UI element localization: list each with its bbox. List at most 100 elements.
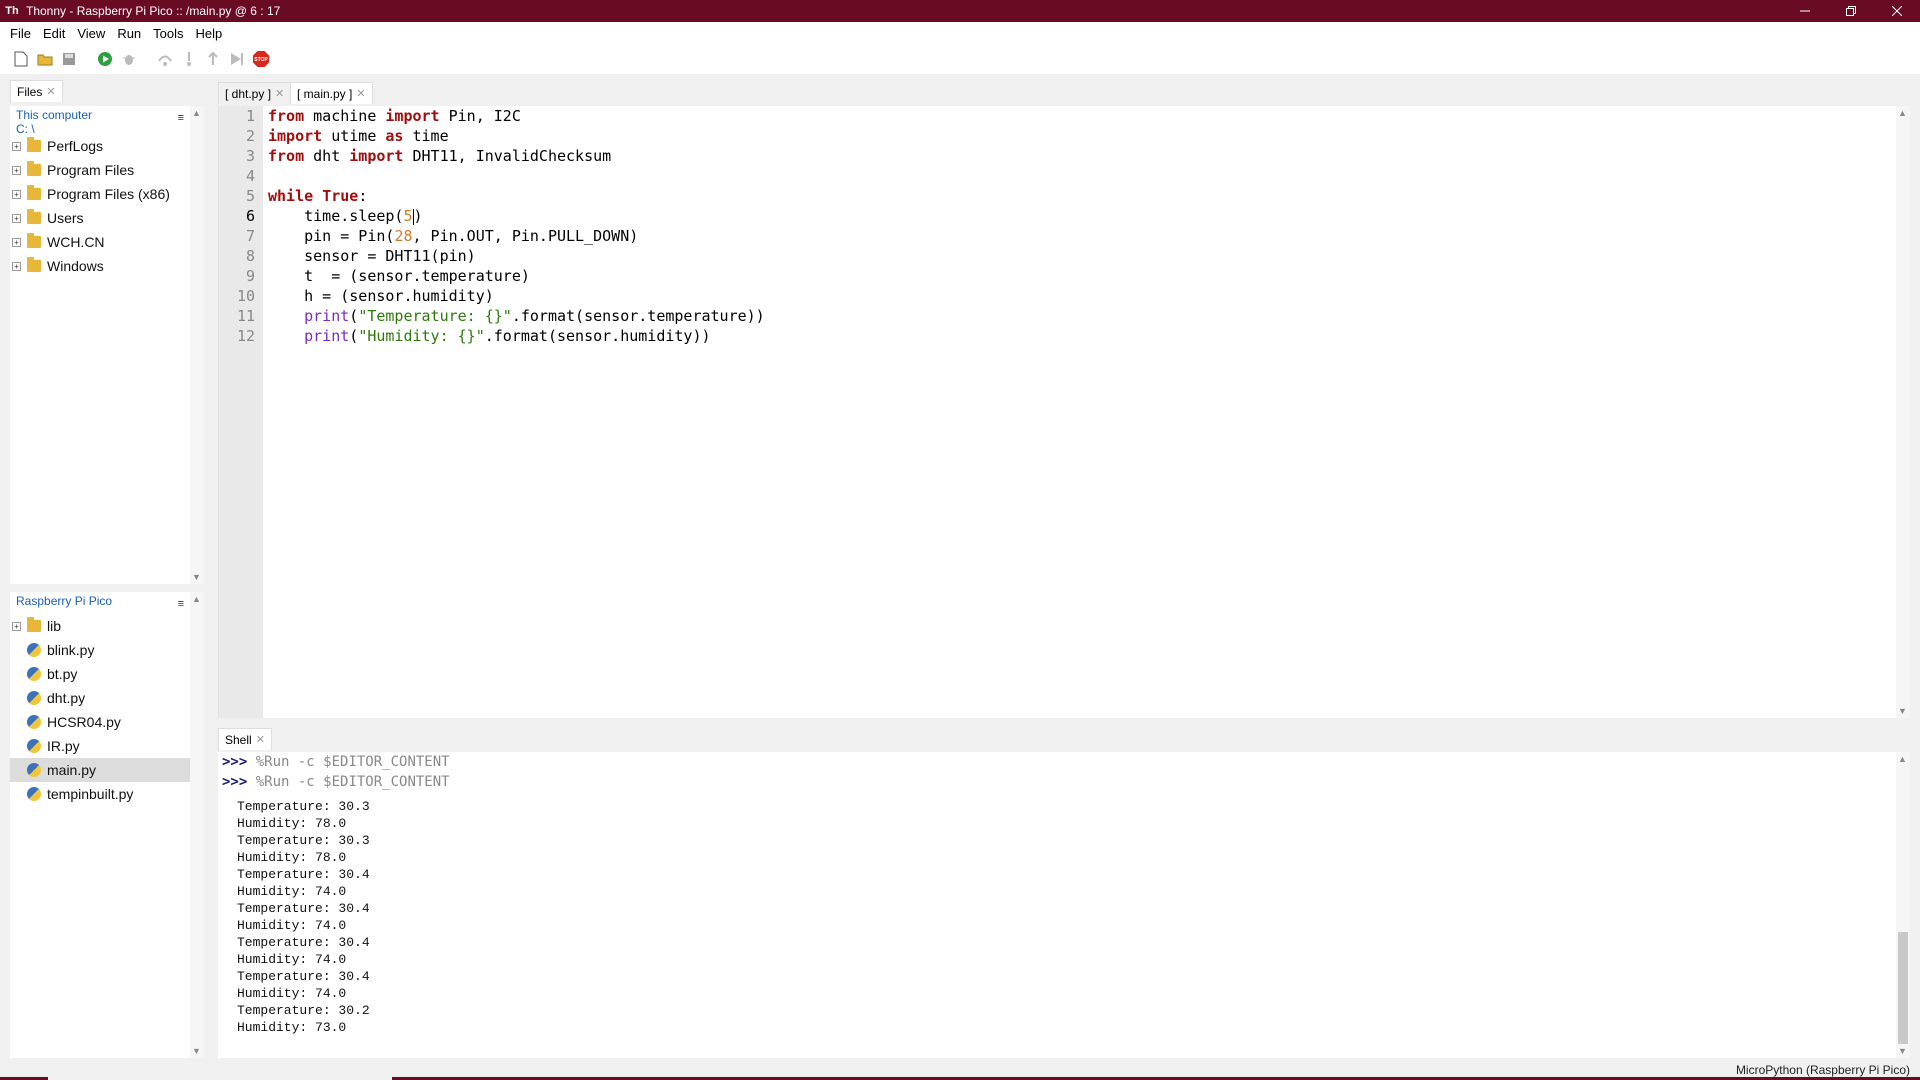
tab-dht-py[interactable]: [ dht.py ] ✕	[218, 82, 292, 104]
step-into-button[interactable]	[180, 50, 198, 68]
tree-item[interactable]: main.py	[10, 758, 190, 782]
menu-run[interactable]: Run	[111, 26, 147, 41]
resume-button[interactable]	[228, 50, 246, 68]
python-file-icon	[27, 691, 41, 705]
tree-item-label: blink.py	[47, 642, 95, 658]
tree-item-label: lib	[47, 618, 62, 634]
interpreter-status[interactable]: MicroPython (Raspberry Pi Pico)	[1736, 1063, 1910, 1077]
tree-item[interactable]: + WCH.CN	[10, 230, 190, 254]
expand-icon[interactable]: +	[12, 621, 21, 631]
tab-files[interactable]: Files ✕	[10, 80, 63, 102]
run-button[interactable]	[96, 50, 114, 68]
scroll-down-icon[interactable]: ▼	[192, 1046, 201, 1056]
tree-item[interactable]: dht.py	[10, 686, 190, 710]
expand-icon[interactable]: +	[12, 213, 21, 223]
scroll-up-icon[interactable]: ▲	[1898, 754, 1907, 764]
tab-main-py-label: [ main.py ]	[297, 86, 353, 101]
expand-icon[interactable]: +	[12, 141, 21, 151]
tree-item[interactable]: + Program Files	[10, 158, 190, 182]
line-number: 9	[245, 267, 255, 285]
tree-item[interactable]: bt.py	[10, 662, 190, 686]
minimize-button[interactable]	[1782, 0, 1828, 22]
menu-tools[interactable]: Tools	[147, 26, 189, 41]
tree-item[interactable]: + PerfLogs	[10, 134, 190, 158]
code-line-7: pin = Pin(28, Pin.OUT, Pin.PULL_DOWN)	[268, 227, 639, 245]
scroll-up-icon[interactable]: ▲	[192, 594, 201, 604]
line-number: 5	[245, 187, 255, 205]
shell-output-line: Temperature: 30.3	[237, 833, 370, 848]
scroll-up-icon[interactable]: ▲	[1898, 108, 1907, 118]
scroll-down-icon[interactable]: ▼	[1898, 1046, 1907, 1056]
tree-item[interactable]: blink.py	[10, 638, 190, 662]
debug-button[interactable]	[120, 50, 138, 68]
new-file-button[interactable]	[12, 50, 30, 68]
line-number: 10	[236, 287, 255, 305]
tree-item[interactable]: IR.py	[10, 734, 190, 758]
tree-item[interactable]: tempinbuilt.py	[10, 782, 190, 806]
scroll-down-icon[interactable]: ▼	[192, 572, 201, 582]
tab-main-py[interactable]: [ main.py ] ✕	[290, 82, 373, 104]
menu-view[interactable]: View	[71, 26, 111, 41]
shell-console[interactable]: >>> %Run -c $EDITOR_CONTENT >>> %Run -c …	[218, 752, 1896, 1058]
panel-menu-icon[interactable]: ≡	[178, 112, 184, 124]
line-number: 8	[245, 247, 255, 265]
tree-item-label: IR.py	[47, 738, 80, 754]
step-into-icon	[187, 52, 191, 66]
shell-scrollbar[interactable]: ▲ ▼	[1896, 752, 1910, 1058]
line-number: 4	[245, 167, 255, 185]
shell-output-line: Temperature: 30.2	[237, 1003, 370, 1018]
close-icon[interactable]: ✕	[275, 87, 284, 100]
close-button[interactable]	[1874, 0, 1920, 22]
files-scrollbar[interactable]: ▲ ▼	[190, 106, 204, 584]
step-out-button[interactable]	[204, 50, 222, 68]
stop-icon: STOP	[253, 51, 269, 67]
toolbar: STOP	[0, 44, 1920, 74]
shell-output-line: Humidity: 74.0	[237, 986, 347, 1001]
folder-icon	[27, 185, 41, 200]
pico-header: Raspberry Pi Pico ≡	[10, 592, 190, 614]
tab-shell[interactable]: Shell ✕	[218, 728, 272, 750]
line-number: 1	[245, 107, 255, 125]
shell-scroll-thumb[interactable]	[1898, 932, 1908, 1044]
menu-help[interactable]: Help	[190, 26, 229, 41]
expand-icon[interactable]: +	[12, 261, 21, 271]
tree-item[interactable]: + Users	[10, 206, 190, 230]
editor-scrollbar[interactable]: ▲ ▼	[1896, 106, 1910, 718]
expand-icon[interactable]: +	[12, 165, 21, 175]
shell-output-line: Humidity: 73.0	[237, 1020, 347, 1035]
save-button[interactable]	[60, 50, 78, 68]
tree-item[interactable]: + Program Files (x86)	[10, 182, 190, 206]
code-area[interactable]: from machine import Pin, I2C import utim…	[268, 106, 765, 346]
tree-item[interactable]: HCSR04.py	[10, 710, 190, 734]
tree-item-label: Windows	[47, 258, 104, 274]
shell-output-line: Temperature: 30.4	[237, 901, 370, 916]
minimize-icon	[1800, 10, 1810, 12]
window-title: Thonny - Raspberry Pi Pico :: /main.py @…	[26, 4, 281, 18]
expand-icon[interactable]: +	[12, 237, 21, 247]
debug-icon	[123, 55, 135, 65]
tree-item[interactable]: + Windows	[10, 254, 190, 278]
menu-edit[interactable]: Edit	[37, 26, 71, 41]
step-over-button[interactable]	[156, 50, 174, 68]
tree-item[interactable]: + lib	[10, 614, 190, 638]
close-icon[interactable]: ✕	[256, 733, 265, 746]
restore-button[interactable]	[1828, 0, 1874, 22]
tree-item-label: main.py	[47, 762, 97, 778]
shell-output-line: Temperature: 30.4	[237, 935, 370, 950]
tab-dht-py-label: [ dht.py ]	[225, 86, 272, 101]
code-editor[interactable]: 1 2 3 4 5 6 7 8 9 10 11 12 from machine import Pin,…	[218, 106, 1896, 718]
scroll-down-icon[interactable]: ▼	[1898, 706, 1907, 716]
scroll-up-icon[interactable]: ▲	[192, 108, 201, 118]
close-icon[interactable]: ✕	[356, 87, 365, 100]
pico-scrollbar[interactable]: ▲ ▼	[190, 592, 204, 1058]
tree-item-label: Program Files	[47, 162, 135, 178]
line-number: 3	[245, 147, 255, 165]
menu-file[interactable]: File	[4, 26, 37, 41]
expand-icon[interactable]: +	[12, 189, 21, 199]
stop-button[interactable]: STOP	[252, 50, 270, 68]
panel-menu-icon[interactable]: ≡	[178, 598, 184, 610]
code-line-10: h = (sensor.humidity)	[268, 287, 494, 305]
open-file-button[interactable]	[36, 50, 54, 68]
code-line-2: import utime as time	[268, 127, 449, 145]
close-icon[interactable]: ✕	[46, 85, 55, 98]
